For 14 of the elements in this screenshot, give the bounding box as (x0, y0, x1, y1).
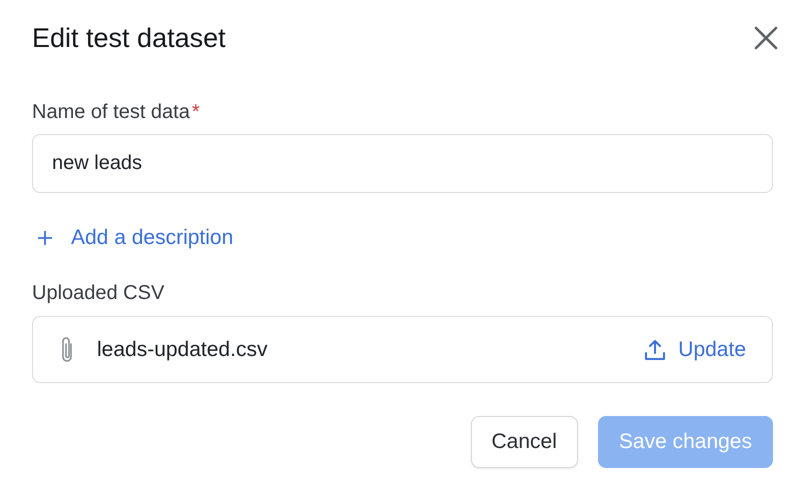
update-button[interactable]: Update (644, 338, 746, 362)
field-label: Uploaded CSV (32, 282, 164, 304)
name-input-field[interactable]: new leads (32, 134, 773, 193)
field-label: Name of test data (32, 100, 190, 124)
paperclip-icon (59, 334, 75, 364)
close-button[interactable] (753, 25, 779, 51)
add-description-link[interactable]: Add a description (37, 223, 773, 253)
dialog-title: Edit test dataset (32, 22, 226, 54)
plus-icon (37, 230, 53, 246)
close-icon (753, 25, 779, 51)
file-name: leads-updated.csv (97, 338, 268, 362)
required-asterisk: * (192, 100, 200, 124)
cancel-button[interactable]: Cancel (470, 416, 578, 468)
upload-icon (644, 338, 666, 360)
